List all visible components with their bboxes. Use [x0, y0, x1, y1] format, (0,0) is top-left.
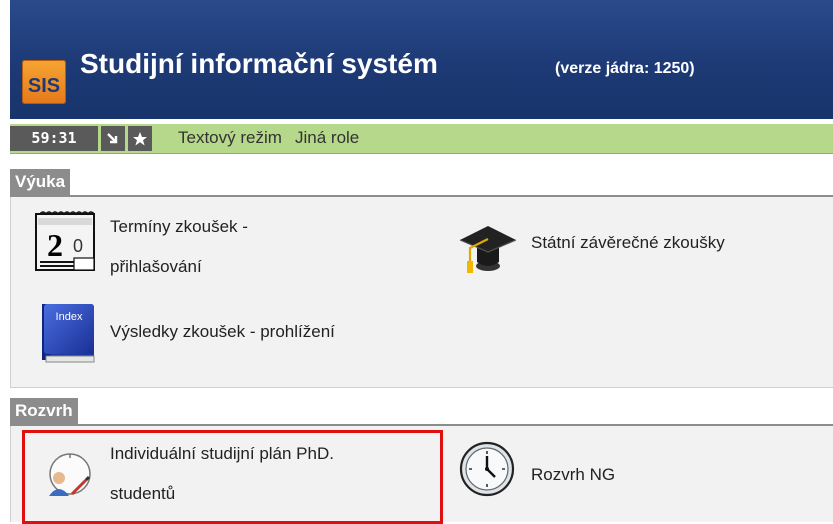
graduation-cap-icon[interactable] — [458, 218, 518, 278]
version-text: (verze jádra: 1250) — [555, 60, 695, 77]
page: SIS Studijní informační systém (verze já… — [0, 0, 833, 524]
favorites-button[interactable] — [128, 126, 152, 151]
sis-logo[interactable]: SIS — [22, 60, 66, 104]
menu-item-label: Státní závěrečné zkoušky — [531, 233, 725, 252]
clock-icon[interactable] — [458, 440, 516, 498]
menu-item-label: Výsledky zkoušek - prohlížení — [110, 322, 335, 341]
index-book-text: Index — [56, 311, 83, 323]
logo-text: SIS — [27, 75, 61, 97]
menu-item-label: Termíny zkoušek - — [110, 217, 248, 236]
menu-item-label: přihlašování — [110, 257, 202, 276]
index-book-icon[interactable]: Index — [38, 302, 98, 364]
section-label-rozvrh: Rozvrh — [10, 398, 78, 424]
menu-item-state-exams[interactable]: Státní závěrečné zkoušky — [531, 228, 725, 257]
svg-text:2: 2 — [47, 227, 63, 263]
star-icon — [133, 131, 147, 145]
calendar-20-icon[interactable]: 2 0 — [34, 210, 98, 274]
arrow-down-right-icon — [107, 132, 118, 143]
other-role-link[interactable]: Jiná role — [295, 128, 359, 148]
section-label-vyuka: Výuka — [10, 169, 71, 195]
session-timer: 59:31 — [10, 126, 98, 151]
collapse-button[interactable] — [101, 126, 125, 151]
menu-item-schedule-ng[interactable]: Rozvrh NG — [531, 460, 615, 489]
text-mode-link[interactable]: Textový režim — [178, 128, 282, 148]
menu-item-exam-results[interactable]: Výsledky zkoušek - prohlížení — [110, 317, 335, 346]
toolbar: 59:31 Textový režim Jiná role — [10, 124, 833, 154]
app-title: Studijní informační systém — [80, 48, 438, 79]
menu-item-exam-terms[interactable]: Termíny zkoušek - přihlašování — [110, 212, 248, 281]
highlight-box — [22, 430, 443, 524]
app-header: SIS Studijní informační systém (verze já… — [10, 0, 833, 119]
menu-item-label: Rozvrh NG — [531, 465, 616, 484]
svg-text:0: 0 — [73, 236, 83, 256]
